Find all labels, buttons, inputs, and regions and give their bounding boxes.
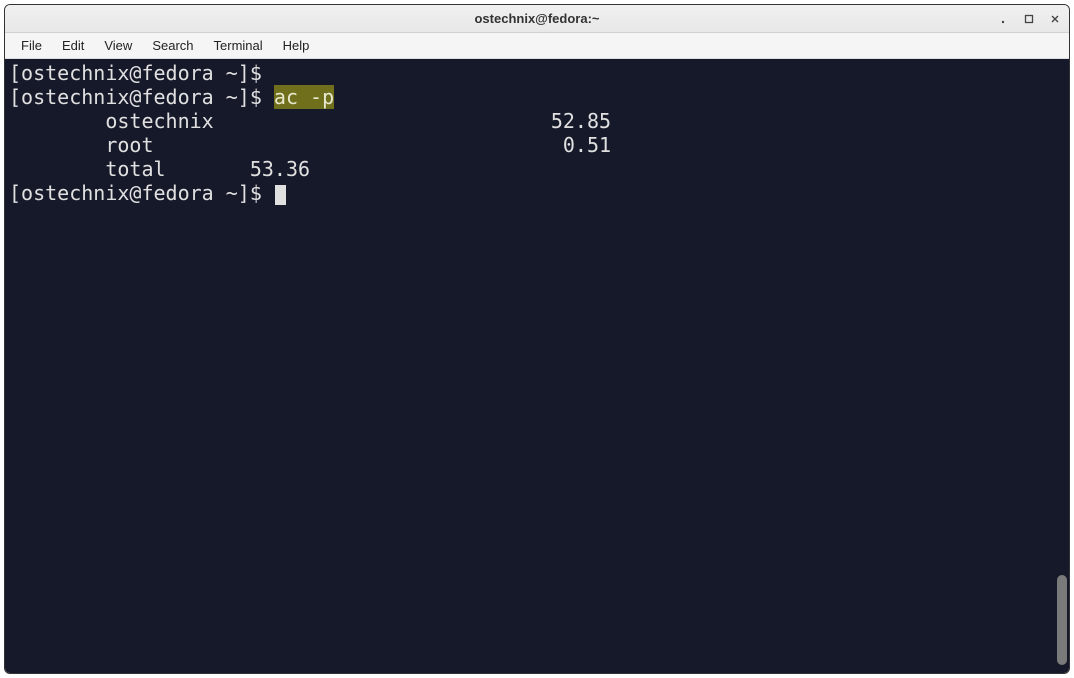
window-controls (995, 5, 1063, 32)
menubar: File Edit View Search Terminal Help (5, 33, 1069, 59)
command-highlight: ac -p (274, 85, 334, 109)
window-title: ostechnix@fedora:~ (474, 11, 599, 26)
maximize-button[interactable] (1021, 11, 1037, 27)
titlebar[interactable]: ostechnix@fedora:~ (5, 5, 1069, 33)
scrollbar-thumb[interactable] (1057, 575, 1067, 665)
menu-view[interactable]: View (96, 35, 140, 56)
terminal-content: [ostechnix@fedora ~]$ [ostechnix@fedora … (9, 61, 1065, 205)
output-line: root 0.51 (9, 133, 611, 157)
menu-help[interactable]: Help (275, 35, 318, 56)
close-button[interactable] (1047, 11, 1063, 27)
prompt-line: [ostechnix@fedora ~]$ (9, 61, 274, 85)
prompt-line: [ostechnix@fedora ~]$ (9, 85, 274, 109)
terminal-area[interactable]: [ostechnix@fedora ~]$ [ostechnix@fedora … (5, 59, 1069, 673)
scrollbar[interactable] (1057, 119, 1067, 665)
output-line: total 53.36 (9, 157, 310, 181)
cursor-icon (275, 185, 286, 205)
minimize-button[interactable] (995, 11, 1011, 27)
menu-terminal[interactable]: Terminal (206, 35, 271, 56)
prompt-line: [ostechnix@fedora ~]$ (9, 181, 274, 205)
menu-file[interactable]: File (13, 35, 50, 56)
terminal-window: ostechnix@fedora:~ File Edit View Search… (4, 4, 1070, 674)
menu-edit[interactable]: Edit (54, 35, 92, 56)
output-line: ostechnix 52.85 (9, 109, 611, 133)
menu-search[interactable]: Search (144, 35, 201, 56)
